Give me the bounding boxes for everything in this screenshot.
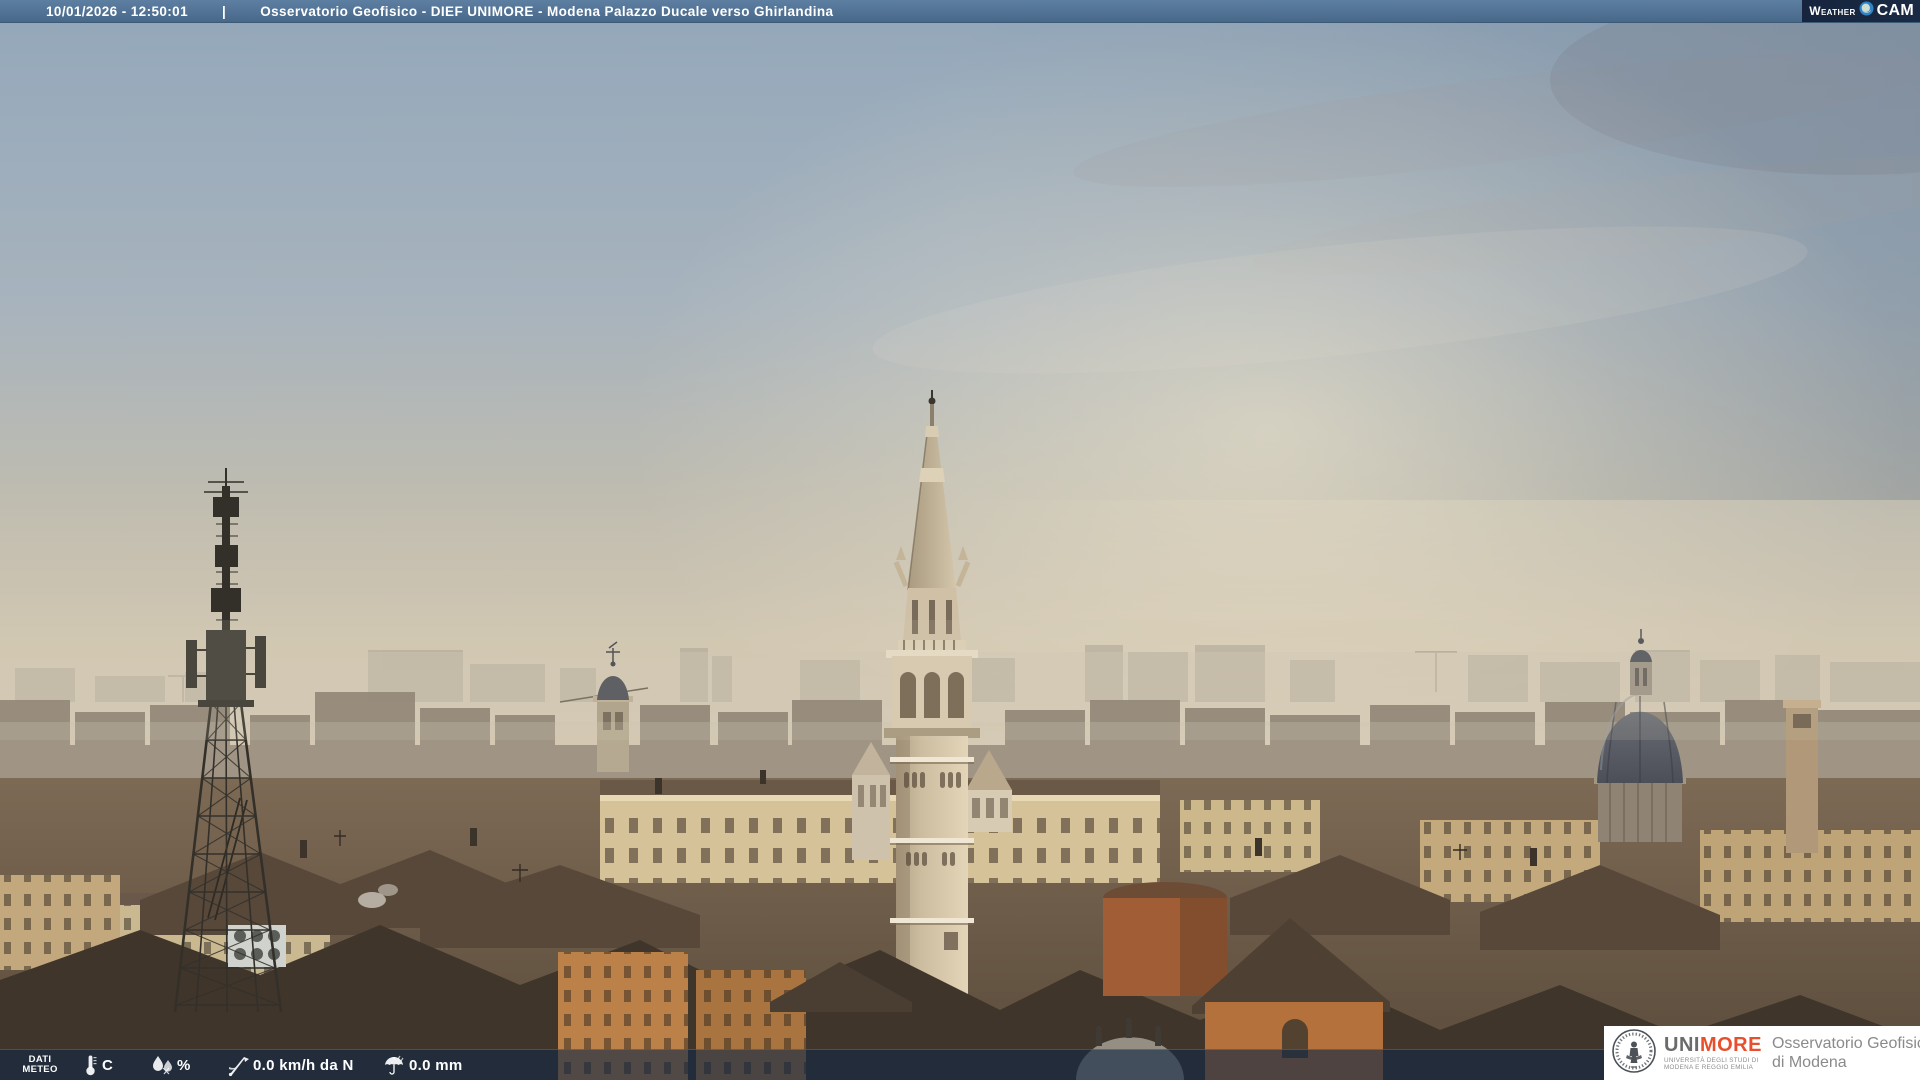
humidity-icon (150, 1050, 176, 1080)
webcam-page: 10/01/2026 - 12:50:01 | Osservatorio Geo… (0, 0, 1920, 1080)
weathercam-cam-label: CAM (1876, 2, 1914, 19)
thermometer-icon (84, 1050, 97, 1080)
weathercam-weather-label: Weather (1809, 4, 1856, 18)
humidity-value: % (177, 1056, 191, 1074)
unimore-seal-icon (1611, 1028, 1657, 1079)
wind-value: 0.0 km/h da N (253, 1056, 354, 1074)
rain-icon (383, 1050, 405, 1080)
page-title: Osservatorio Geofisico - DIEF UNIMORE - … (260, 3, 834, 19)
city-panorama-photo (0, 0, 1920, 1080)
weathercam-logo: Weather CAM (1802, 0, 1920, 22)
weather-data-label: DATI METEO (22, 1054, 58, 1075)
university-line1: UNIVERSITÀ DEGLI STUDI DI (1664, 1057, 1759, 1064)
timestamp: 10/01/2026 - 12:50:01 (46, 3, 189, 19)
unimore-logo-box: UNIMORE UNIVERSITÀ DEGLI STUDI DI MODENA… (1604, 1026, 1920, 1080)
unimore-wordmark: UNIMORE UNIVERSITÀ DEGLI STUDI DI MODENA… (1664, 1034, 1762, 1071)
wind-icon (226, 1050, 250, 1080)
separator: | (222, 3, 227, 19)
observatory-name: Osservatorio Geofisico di Modena (1771, 1035, 1920, 1071)
title-bar: 10/01/2026 - 12:50:01 | Osservatorio Geo… (0, 0, 1920, 23)
rain-value: 0.0 mm (409, 1056, 463, 1074)
weathercam-globe-icon (1859, 1, 1874, 21)
temperature-value: C (102, 1056, 114, 1074)
university-line2: MODENA E REGGIO EMILIA (1664, 1064, 1754, 1071)
